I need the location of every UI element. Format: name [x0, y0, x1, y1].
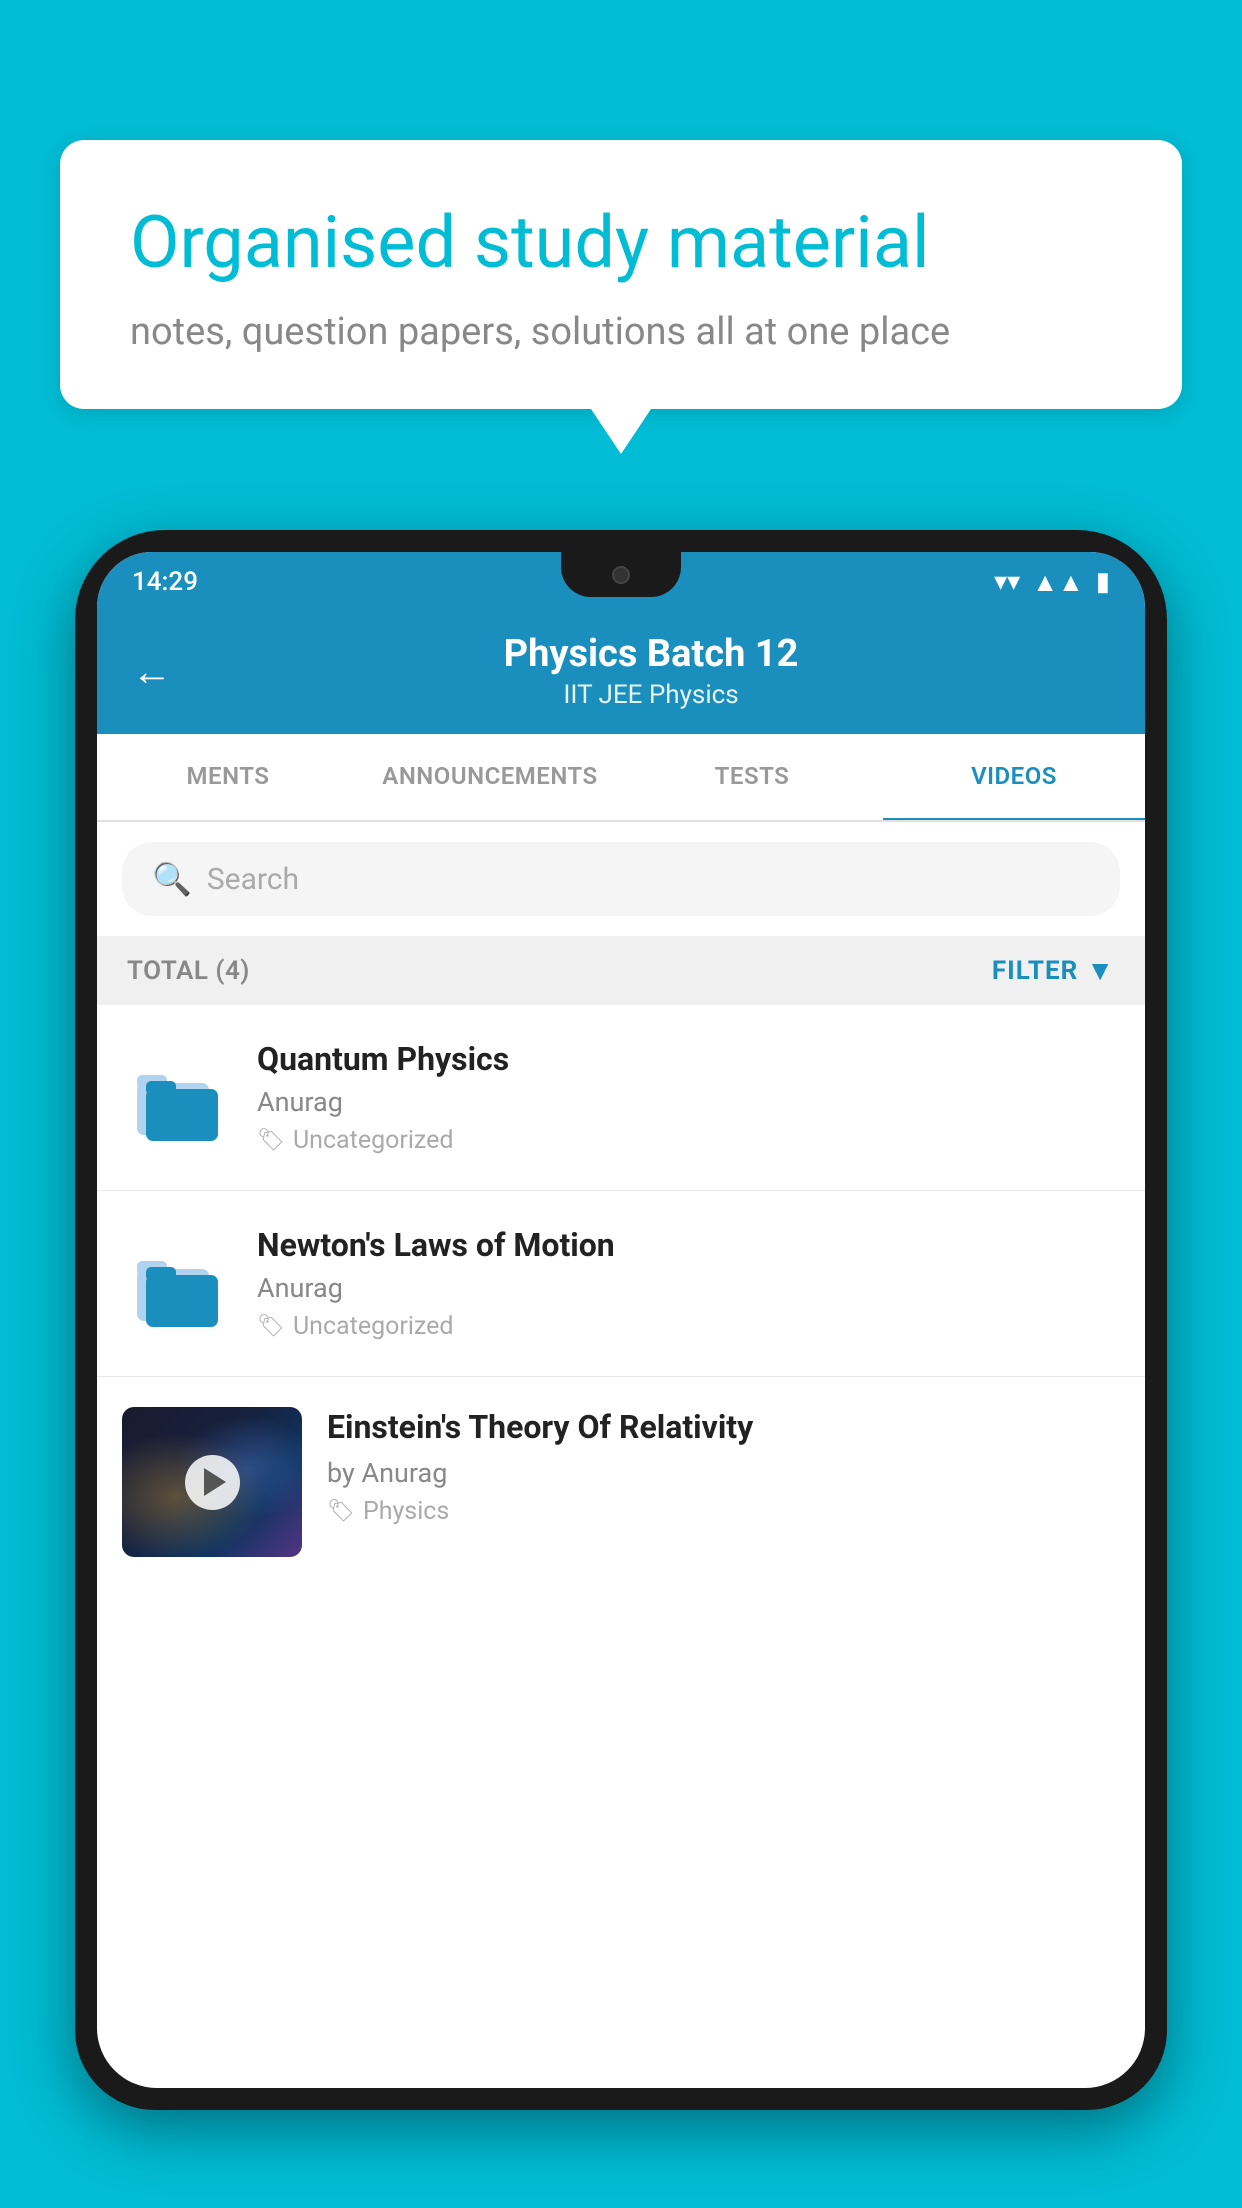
video-author-2: Anurag — [257, 1272, 1120, 1304]
tab-assignments[interactable]: MENTS — [97, 734, 359, 820]
nav-bar: ← Physics Batch 12 IIT JEE Physics — [97, 612, 1145, 734]
battery-icon: ▮ — [1096, 567, 1110, 597]
tag-icon-1: 🏷 — [257, 1128, 285, 1153]
bubble-title: Organised study material — [130, 200, 1112, 286]
video-category-3: 🏷 Physics — [327, 1497, 1120, 1526]
video-item-1[interactable]: Quantum Physics Anurag 🏷 Uncategorized — [97, 1005, 1145, 1191]
video-author-1: Anurag — [257, 1086, 1120, 1118]
search-placeholder: Search — [207, 862, 299, 897]
speech-bubble-section: Organised study material notes, question… — [60, 140, 1182, 454]
filter-icon: ▼ — [1086, 954, 1115, 987]
wifi-icon: ▾▾ — [994, 567, 1020, 597]
video-list: Quantum Physics Anurag 🏷 Uncategorized — [97, 1005, 1145, 1587]
nav-title: Physics Batch 12 — [192, 632, 1110, 676]
phone-mockup: 14:29 ▾▾ ▲▲ ▮ ← Physics Batch 12 IIT JEE… — [75, 530, 1167, 2208]
video-item-3[interactable]: Einstein's Theory Of Relativity by Anura… — [97, 1377, 1145, 1587]
video-thumbnail-3 — [122, 1407, 302, 1557]
video-author-3: by Anurag — [327, 1457, 1120, 1489]
tab-tests[interactable]: TESTS — [621, 734, 883, 820]
speech-bubble-card: Organised study material notes, question… — [60, 140, 1182, 409]
phone-outer-shell: 14:29 ▾▾ ▲▲ ▮ ← Physics Batch 12 IIT JEE… — [75, 530, 1167, 2110]
play-triangle-icon — [204, 1468, 226, 1496]
nav-title-area: Physics Batch 12 IIT JEE Physics — [192, 632, 1110, 710]
video-title-2: Newton's Laws of Motion — [257, 1226, 1120, 1264]
search-container: 🔍 Search — [97, 822, 1145, 936]
speech-bubble-tail — [591, 409, 651, 454]
nav-subtitle: IIT JEE Physics — [192, 680, 1110, 710]
phone-screen: 14:29 ▾▾ ▲▲ ▮ ← Physics Batch 12 IIT JEE… — [97, 552, 1145, 2088]
signal-icon: ▲▲ — [1032, 567, 1083, 598]
category-label-1: Uncategorized — [293, 1126, 454, 1155]
filter-button[interactable]: FILTER ▼ — [992, 954, 1115, 987]
category-label-3: Physics — [363, 1497, 449, 1526]
camera-dot — [612, 566, 630, 584]
tag-icon-2: 🏷 — [257, 1314, 285, 1339]
video-category-2: 🏷 Uncategorized — [257, 1312, 1120, 1341]
play-button-3[interactable] — [185, 1455, 240, 1510]
video-title-3: Einstein's Theory Of Relativity — [327, 1407, 1120, 1449]
tab-videos[interactable]: VIDEOS — [883, 734, 1145, 822]
tab-announcements[interactable]: ANNOUNCEMENTS — [359, 734, 621, 820]
phone-notch — [561, 552, 681, 597]
back-button[interactable]: ← — [132, 648, 172, 695]
video-info-2: Newton's Laws of Motion Anurag 🏷 Uncateg… — [257, 1226, 1120, 1341]
folder-icon-2 — [122, 1229, 232, 1339]
filter-label: FILTER — [992, 956, 1078, 986]
category-label-2: Uncategorized — [293, 1312, 454, 1341]
bubble-subtitle: notes, question papers, solutions all at… — [130, 310, 1112, 354]
tag-icon-3: 🏷 — [327, 1499, 355, 1524]
tabs-bar: MENTS ANNOUNCEMENTS TESTS VIDEOS — [97, 734, 1145, 822]
search-icon: 🔍 — [152, 860, 192, 898]
folder-icon-1 — [122, 1043, 232, 1153]
status-time: 14:29 — [132, 567, 198, 597]
video-info-3: Einstein's Theory Of Relativity by Anura… — [327, 1407, 1120, 1526]
status-icons: ▾▾ ▲▲ ▮ — [994, 567, 1110, 598]
total-count: TOTAL (4) — [127, 956, 250, 986]
filter-bar: TOTAL (4) FILTER ▼ — [97, 936, 1145, 1005]
search-bar[interactable]: 🔍 Search — [122, 842, 1120, 916]
video-title-1: Quantum Physics — [257, 1040, 1120, 1078]
video-info-1: Quantum Physics Anurag 🏷 Uncategorized — [257, 1040, 1120, 1155]
video-category-1: 🏷 Uncategorized — [257, 1126, 1120, 1155]
video-item-2[interactable]: Newton's Laws of Motion Anurag 🏷 Uncateg… — [97, 1191, 1145, 1377]
